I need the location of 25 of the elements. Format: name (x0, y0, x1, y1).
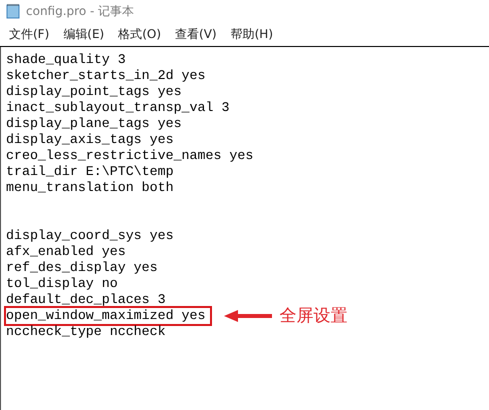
text-line: open_window_maximized yes (6, 308, 210, 324)
text-line: inact_sublayout_transp_val 3 (6, 100, 230, 116)
text-line: tol_display no (6, 276, 118, 292)
text-line: menu_translation both (6, 180, 174, 196)
menu-item[interactable]: 格式(O) (111, 24, 168, 44)
text-line: default_dec_places 3 (6, 292, 166, 308)
window-title: config.pro - 记事本 (26, 2, 134, 20)
text-line: nccheck_type nccheck (6, 324, 166, 340)
menu-item[interactable]: 编辑(E) (56, 24, 112, 44)
text-line: trail_dir E:\PTC\temp (6, 164, 174, 180)
menu-item[interactable]: 查看(V) (168, 24, 224, 44)
text-line: display_plane_tags yes (6, 116, 182, 132)
arrow-icon (224, 310, 272, 322)
menu-item[interactable]: 文件(F) (2, 24, 56, 44)
notepad-icon (6, 3, 20, 19)
text-line: display_point_tags yes (6, 84, 182, 100)
text-line: sketcher_starts_in_2d yes (6, 68, 206, 84)
text-line: display_coord_sys yes (6, 228, 174, 244)
text-line: ref_des_display yes (6, 260, 158, 276)
menu-item[interactable]: 帮助(H) (224, 24, 280, 44)
annotation-text: 全屏设置 (280, 308, 348, 324)
text-line: display_axis_tags yes (6, 132, 174, 148)
text-line: shade_quality 3 (6, 52, 126, 68)
text-line: creo_less_restrictive_names yes (6, 148, 254, 164)
text-line: afx_enabled yes (6, 244, 126, 260)
